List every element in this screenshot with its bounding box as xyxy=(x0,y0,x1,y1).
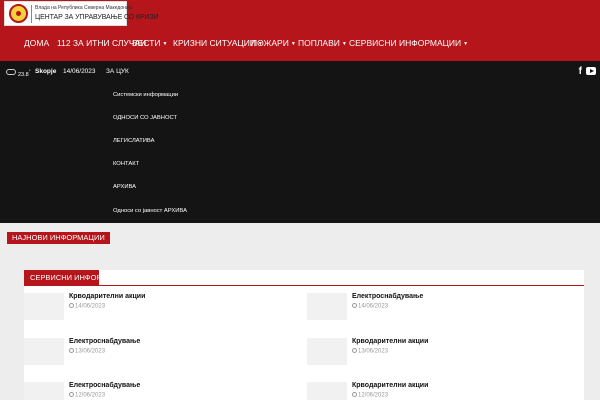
logo-government-text: Влада на Република Северна Македонија xyxy=(35,5,133,11)
main-nav: ДОМА 112 ЗА ИТНИ СЛУЧАИ ВЕСТИ ▼ КРИЗНИ СИ… xyxy=(0,36,600,50)
nav-item-service-info[interactable]: СЕРВИСНИ ИНФОРМАЦИИ ▼ xyxy=(349,36,468,51)
news-title[interactable]: Крводарителни акции xyxy=(352,338,428,345)
news-thumbnail xyxy=(24,338,64,365)
news-title[interactable]: Крводарителни акции xyxy=(69,293,145,300)
dropdown-item-archive[interactable]: АРХИВА xyxy=(113,184,136,190)
top-info-bar: 23.8° Skopje 14/06/2023 ЗА ЦУК f xyxy=(6,66,596,79)
dropdown-item-system-info[interactable]: Системски информации xyxy=(113,92,178,98)
news-card[interactable]: Крводарителни акции 14/06/2023 xyxy=(24,293,264,323)
chevron-down-icon: ▼ xyxy=(463,41,469,47)
clock-icon xyxy=(352,303,357,308)
chevron-down-icon: ▼ xyxy=(162,41,168,47)
news-card[interactable]: Електроснабдување 14/06/2023 xyxy=(307,293,547,323)
dropdown-item-public-relations[interactable]: ОДНОСИ СО ЈАВНОСТ xyxy=(113,115,177,121)
panel-tab-bar: СЕРВИСНИ ИНФОРМАЦИИ xyxy=(24,270,584,286)
nav-item-label: ДОМА xyxy=(24,38,50,48)
news-title[interactable]: Електроснабдување xyxy=(69,338,140,345)
dropdown-item-legislation[interactable]: ЛЕГИСЛАТИВА xyxy=(113,138,154,144)
nav-item-crisis-situations[interactable]: КРИЗНИ СИТУАЦИИ ▼ xyxy=(173,36,263,51)
news-card[interactable]: Електроснабдување 13/06/2023 xyxy=(24,338,264,368)
nav-item-label: ПОПЛАВИ xyxy=(298,38,340,48)
current-date: 14/06/2023 xyxy=(63,68,96,75)
news-card[interactable]: Крводарителни акции 13/06/2023 xyxy=(307,338,547,368)
news-date: 12/06/2023 xyxy=(352,392,388,399)
clock-icon xyxy=(69,392,74,397)
news-title[interactable]: Електроснабдување xyxy=(69,382,140,389)
site-logo[interactable]: Влада на Република Северна Македонија ЦЕ… xyxy=(4,1,159,26)
city-name: Skopje xyxy=(35,68,57,75)
cloud-icon xyxy=(6,69,16,75)
nav-item-home[interactable]: ДОМА xyxy=(24,36,49,50)
dropdown-item-contact[interactable]: КОНТАКТ xyxy=(113,161,139,167)
news-date: 13/06/2023 xyxy=(69,348,105,355)
panel-tab-service-info[interactable]: СЕРВИСНИ ИНФОРМАЦИИ xyxy=(24,270,99,286)
news-date: 14/06/2023 xyxy=(69,303,105,310)
chevron-down-icon: ▼ xyxy=(290,41,296,47)
about-link[interactable]: ЗА ЦУК xyxy=(106,68,129,75)
facebook-icon[interactable]: f xyxy=(579,66,582,77)
news-thumbnail xyxy=(24,382,64,400)
clock-icon xyxy=(352,348,357,353)
news-date: 13/06/2023 xyxy=(352,348,388,355)
news-title[interactable]: Крводарителни акции xyxy=(352,382,428,389)
news-thumbnail xyxy=(307,338,347,365)
clock-icon xyxy=(69,348,74,353)
news-thumbnail xyxy=(307,382,347,400)
news-card[interactable]: Електроснабдување 12/06/2023 xyxy=(24,382,264,400)
clock-icon xyxy=(69,303,74,308)
news-thumbnail xyxy=(307,293,347,320)
youtube-icon[interactable] xyxy=(586,67,596,75)
dropdown-item-pr-archive[interactable]: Односи со јавност АРХИВА xyxy=(113,208,187,214)
nav-item-label: ПОЖАРИ xyxy=(251,38,289,48)
nav-item-label: СЕРВИСНИ ИНФОРМАЦИИ xyxy=(349,38,462,48)
latest-news-label: НАЈНОВИ ИНФОРМАЦИИ xyxy=(7,232,110,244)
clock-icon xyxy=(352,392,357,397)
coat-of-arms-icon xyxy=(9,4,28,23)
service-info-panel: СЕРВИСНИ ИНФОРМАЦИИ Крводарителни акции … xyxy=(24,270,584,400)
news-date: 14/06/2023 xyxy=(352,303,388,310)
nav-item-label: ВЕСТИ xyxy=(132,38,161,48)
nav-item-label: КРИЗНИ СИТУАЦИИ xyxy=(173,38,256,48)
nav-item-news[interactable]: ВЕСТИ ▼ xyxy=(132,36,167,51)
dropdown-panel-area: 23.8° Skopje 14/06/2023 ЗА ЦУК f Системс… xyxy=(0,61,600,223)
news-thumbnail xyxy=(24,293,64,320)
logo-divider xyxy=(31,5,32,23)
news-date: 12/06/2023 xyxy=(69,392,105,399)
nav-item-fires[interactable]: ПОЖАРИ ▼ xyxy=(251,36,296,51)
site-header: Влада на Република Северна Македонија ЦЕ… xyxy=(0,0,600,61)
chevron-down-icon: ▼ xyxy=(341,41,347,47)
news-title[interactable]: Електроснабдување xyxy=(352,293,423,300)
logo-center-name: ЦЕНТАР ЗА УПРАВУВАЊЕ СО КРИЗИ xyxy=(35,14,159,21)
news-card[interactable]: Крводарителни акции 12/06/2023 xyxy=(307,382,547,400)
temperature: 23.8° xyxy=(18,69,31,78)
nav-item-floods[interactable]: ПОПЛАВИ ▼ xyxy=(298,36,347,51)
